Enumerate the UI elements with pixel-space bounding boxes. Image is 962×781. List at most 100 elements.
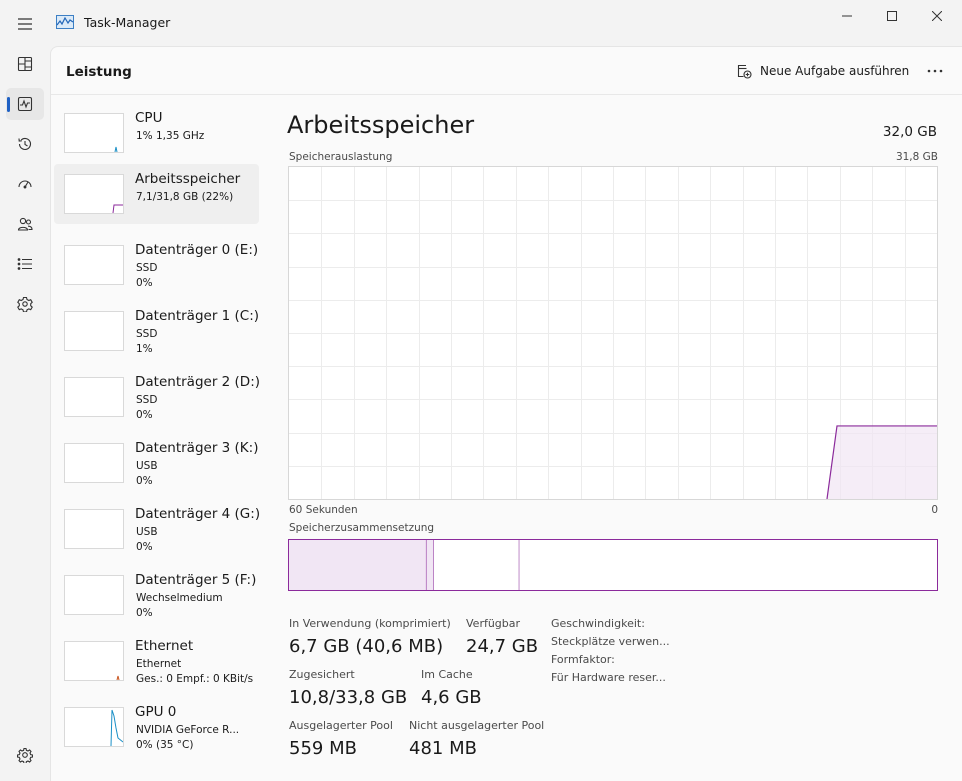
resource-name: Ethernet	[135, 638, 194, 654]
sparkline-line	[114, 146, 118, 152]
task-manager-logo-icon	[56, 15, 74, 29]
resource-thumbnail	[64, 509, 124, 549]
stat-committed-value: 10,8/33,8 GB	[289, 687, 408, 708]
stat-in-use-label: In Verwendung (komprimiert)	[289, 617, 451, 630]
maximize-button[interactable]	[869, 0, 915, 32]
nav-settings[interactable]	[6, 739, 44, 771]
prop-hardware-reserved-label: Für Hardware reser...	[551, 671, 666, 684]
menu-button[interactable]	[6, 8, 44, 40]
resource-thumbnail	[64, 377, 124, 417]
resource-item-cpu[interactable]: CPU 1% 1,35 GHz	[54, 103, 259, 163]
resource-sparkline	[65, 444, 123, 482]
stat-in-use-value: 6,7 GB (40,6 MB)	[289, 636, 444, 657]
resource-detail-line: SSD	[136, 262, 158, 274]
resource-name: Datenträger 5 (F:)	[135, 572, 257, 588]
startup-icon	[18, 180, 32, 189]
resource-detail-line: USB	[136, 526, 158, 538]
usage-graph-max: 31,8 GB	[895, 151, 938, 163]
resource-item-arbeitsspeicher[interactable]: Arbeitsspeicher 7,1/31,8 GB (22%)	[54, 164, 259, 224]
close-icon	[932, 11, 942, 21]
memory-composition-bar	[288, 539, 938, 591]
resource-item-ethernet[interactable]: Ethernet Ethernet Ges.: 0 Empf.: 0 KBit/s	[54, 631, 259, 691]
resource-detail-line: USB	[136, 460, 158, 472]
run-new-task-button[interactable]: Neue Aufgabe ausführen	[731, 57, 915, 85]
nav-services[interactable]	[6, 288, 44, 320]
resource-item-gpu-0[interactable]: GPU 0 NVIDIA GeForce R... 0% (35 °C)	[54, 697, 259, 757]
composition-modified	[426, 540, 434, 590]
resource-item-datentr-ger-1-c[interactable]: Datenträger 1 (C:) SSD 1%	[54, 301, 259, 361]
services-icon	[17, 296, 33, 312]
sparkline-line	[110, 709, 123, 746]
main-panel: Leistung Neue Aufgabe ausführen CPU 1% 1,…	[50, 46, 962, 781]
more-icon	[927, 69, 943, 73]
processes-icon	[17, 56, 33, 72]
page-title: Leistung	[66, 64, 132, 80]
resource-detail-line: 0%	[136, 475, 153, 487]
resource-detail-line: Ges.: 0 Empf.: 0 KBit/s	[136, 673, 254, 685]
resource-name: Datenträger 1 (C:)	[135, 308, 260, 324]
nav-startup-apps[interactable]	[6, 168, 44, 200]
resource-detail-line: 1%	[136, 343, 153, 355]
nav-details[interactable]	[6, 248, 44, 280]
resource-detail-line: 0% (35 °C)	[136, 739, 194, 751]
resource-sparkline	[114, 146, 118, 152]
resource-sparkline	[65, 576, 123, 614]
composition-label: Speicherzusammensetzung	[289, 522, 435, 534]
resource-name: CPU	[135, 110, 163, 126]
page-header: Leistung Neue Aufgabe ausführen	[51, 47, 962, 95]
resource-sparkline	[65, 312, 123, 350]
resource-name: GPU 0	[135, 704, 177, 720]
resource-item-datentr-ger-5-f[interactable]: Datenträger 5 (F:) Wechselmedium 0%	[54, 565, 259, 625]
minimize-icon	[842, 15, 852, 17]
resource-detail-line: SSD	[136, 394, 158, 406]
stat-cached-label: Im Cache	[421, 668, 473, 681]
title-bar: Task-Manager	[0, 0, 962, 46]
resource-sparkline	[65, 510, 123, 548]
nav-users[interactable]	[6, 208, 44, 240]
resource-item-datentr-ger-4-g[interactable]: Datenträger 4 (G:) USB 0%	[54, 499, 261, 559]
resource-thumbnail	[64, 575, 124, 615]
resource-detail-line: NVIDIA GeForce R...	[136, 724, 240, 736]
resource-thumbnail	[64, 443, 124, 483]
gear-icon	[17, 747, 33, 763]
users-icon	[17, 217, 33, 231]
resource-detail-line: 1% 1,35 GHz	[136, 130, 205, 142]
resource-thumbnail	[64, 641, 124, 681]
resource-item-datentr-ger-0-e[interactable]: Datenträger 0 (E:) SSD 0%	[54, 235, 259, 295]
usage-area	[827, 425, 937, 499]
sparkline-line	[116, 675, 120, 680]
prop-form-factor-label: Formfaktor:	[551, 653, 615, 666]
memory-composition-plot	[289, 540, 520, 590]
resource-item-datentr-ger-3-k[interactable]: Datenträger 3 (K:) USB 0%	[54, 433, 259, 493]
nav-processes[interactable]	[6, 48, 44, 80]
resource-item-datentr-ger-2-d[interactable]: Datenträger 2 (D:) SSD 0%	[54, 367, 260, 427]
resource-name: Arbeitsspeicher	[135, 171, 241, 187]
close-button[interactable]	[914, 0, 960, 32]
nav-app-history[interactable]	[6, 128, 44, 160]
stat-nonpaged-pool-label: Nicht ausgelagerter Pool	[409, 719, 545, 732]
resource-detail-line: 7,1/31,8 GB (22%)	[136, 191, 234, 203]
resource-detail-line: Ethernet	[136, 658, 182, 670]
maximize-icon	[887, 11, 897, 21]
nav-performance[interactable]	[6, 88, 44, 120]
resource-thumbnail	[64, 707, 124, 747]
minimize-button[interactable]	[824, 0, 870, 32]
prop-speed-label: Geschwindigkeit:	[551, 617, 645, 630]
stat-paged-pool-label: Ausgelagerter Pool	[289, 719, 393, 732]
run-new-task-label: Neue Aufgabe ausführen	[760, 64, 910, 78]
resource-detail-line: 0%	[136, 607, 153, 619]
navigation-pane	[0, 46, 50, 781]
resource-name: Datenträger 4 (G:)	[135, 506, 261, 522]
stat-available-label: Verfügbar	[466, 617, 521, 630]
resource-name: Datenträger 3 (K:)	[135, 440, 259, 456]
resource-detail-line: 0%	[136, 277, 153, 289]
resource-detail-line: Wechselmedium	[136, 592, 223, 604]
more-options-button[interactable]	[919, 57, 951, 85]
detail-title: Arbeitsspeicher	[287, 111, 475, 139]
resource-sparkline	[116, 675, 120, 680]
time-axis-right: 0	[931, 504, 938, 516]
sparkline-line	[112, 204, 123, 213]
active-indicator	[7, 97, 10, 112]
resource-name: Datenträger 0 (E:)	[135, 242, 259, 258]
history-icon	[18, 137, 32, 150]
